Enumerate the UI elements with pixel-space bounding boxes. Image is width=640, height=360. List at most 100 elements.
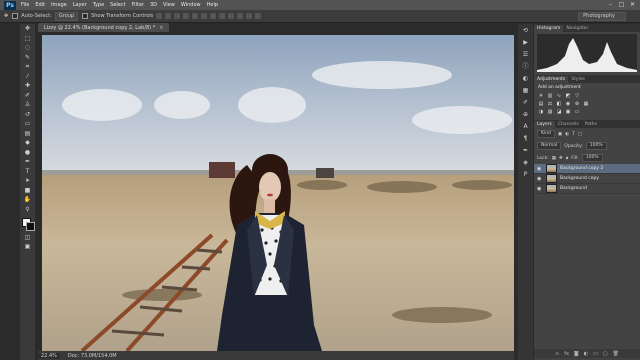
distribute-2-icon[interactable] bbox=[219, 13, 226, 19]
lock-position-icon[interactable]: ✥ bbox=[559, 156, 563, 161]
tab-adjustments[interactable]: Adjustments bbox=[534, 76, 569, 83]
auto-select-dropdown[interactable]: Group bbox=[54, 11, 79, 21]
eyedropper-tool-icon[interactable]: ⁄ bbox=[23, 73, 32, 81]
tab-layers[interactable]: Layers bbox=[534, 121, 555, 128]
blend-mode-dropdown[interactable]: Normal bbox=[537, 142, 562, 150]
opacity-field[interactable]: 100% bbox=[585, 142, 607, 150]
menu-image[interactable]: Image bbox=[51, 2, 67, 8]
move-tool-icon[interactable]: ✥ bbox=[23, 25, 32, 33]
lock-all-icon[interactable]: 🔒︎ bbox=[566, 155, 568, 161]
link-layers-icon[interactable]: ∞ bbox=[555, 351, 559, 357]
tab-navigator[interactable]: Navigator bbox=[563, 25, 591, 32]
curves-icon[interactable]: ∿ bbox=[556, 93, 562, 99]
filter-pixel-icon[interactable]: ▣ bbox=[558, 132, 562, 137]
shape-tool-icon[interactable]: ■ bbox=[23, 187, 32, 195]
new-layer-icon[interactable]: ▢ bbox=[603, 351, 608, 357]
distribute-3-icon[interactable] bbox=[228, 13, 235, 19]
pen-tool-icon[interactable]: ✒ bbox=[23, 158, 32, 166]
color-swatches[interactable] bbox=[21, 217, 35, 231]
photo-filter-icon[interactable]: ◉ bbox=[565, 101, 571, 107]
properties-icon[interactable]: ☰ bbox=[521, 51, 530, 59]
color-balance-icon[interactable]: ⚖ bbox=[547, 101, 553, 107]
tab-paths[interactable]: Paths bbox=[582, 121, 600, 128]
vibrance-icon[interactable]: ▽ bbox=[574, 93, 580, 99]
filter-type-icon[interactable]: T bbox=[572, 132, 575, 137]
show-transform-checkbox[interactable] bbox=[82, 13, 89, 19]
tab-channels[interactable]: Channels bbox=[555, 121, 582, 128]
tab-histogram[interactable]: Histogram bbox=[534, 25, 564, 32]
brush-tool-icon[interactable]: ✐ bbox=[23, 92, 32, 100]
eraser-tool-icon[interactable]: ▭ bbox=[23, 120, 32, 128]
history-brush-tool-icon[interactable]: ↺ bbox=[23, 111, 32, 119]
actions-icon[interactable]: ▶ bbox=[521, 39, 530, 47]
clone-source-icon[interactable]: ⊕ bbox=[521, 111, 530, 119]
menu-view[interactable]: View bbox=[163, 2, 175, 8]
color-lookup-icon[interactable]: ▦ bbox=[583, 101, 589, 107]
hand-tool-icon[interactable]: ✋ bbox=[23, 196, 32, 204]
clone-stamp-tool-icon[interactable]: ♙ bbox=[23, 101, 32, 109]
exposure-icon[interactable]: ◩ bbox=[565, 93, 571, 99]
gradient-map-icon[interactable]: ▭ bbox=[574, 109, 580, 115]
menu-type[interactable]: Type bbox=[93, 2, 104, 8]
tab-styles[interactable]: Styles bbox=[568, 76, 588, 83]
new-group-icon[interactable]: ▭ bbox=[593, 351, 598, 357]
dodge-tool-icon[interactable]: ● bbox=[23, 149, 32, 157]
channels-icon[interactable]: ◈ bbox=[521, 159, 530, 167]
lasso-tool-icon[interactable]: ◌ bbox=[23, 44, 32, 52]
info-icon[interactable]: ⓘ bbox=[521, 63, 530, 71]
paths-icon[interactable]: ✒ bbox=[521, 147, 530, 155]
eye-icon[interactable]: ◉ bbox=[537, 186, 543, 192]
align-top-icon[interactable] bbox=[156, 13, 163, 19]
menu-filter[interactable]: Filter bbox=[132, 2, 144, 8]
paragraph-styles-icon[interactable]: P bbox=[521, 171, 530, 179]
layer-style-icon[interactable]: fx bbox=[564, 351, 569, 357]
layer-row[interactable]: ◉ Background copy 2 bbox=[534, 164, 640, 174]
crop-tool-icon[interactable]: ⌗ bbox=[23, 63, 32, 71]
type-tool-icon[interactable]: T bbox=[23, 168, 32, 176]
close-icon[interactable]: ✕ bbox=[629, 1, 636, 8]
black-white-icon[interactable]: ◧ bbox=[556, 101, 562, 107]
levels-icon[interactable]: ▥ bbox=[547, 93, 553, 99]
show-transform-option[interactable]: Show Transform Controls bbox=[82, 13, 153, 19]
eye-icon[interactable]: ◉ bbox=[537, 166, 543, 172]
layer-kind-filter[interactable]: Kind bbox=[537, 130, 555, 138]
align-middle-icon[interactable] bbox=[165, 13, 172, 19]
document-tab[interactable]: Lizzy @ 22.4% (Background copy 2, Lab/8)… bbox=[38, 23, 170, 32]
lock-pixels-icon[interactable]: ▦ bbox=[552, 156, 556, 161]
menu-3d[interactable]: 3D bbox=[150, 2, 157, 8]
auto-select-checkbox[interactable] bbox=[12, 13, 19, 19]
hue-sat-icon[interactable]: ▤ bbox=[538, 101, 544, 107]
align-center-icon[interactable] bbox=[192, 13, 199, 19]
workspace-switcher[interactable]: Photography bbox=[578, 12, 626, 21]
fill-field[interactable]: 100% bbox=[581, 154, 603, 162]
menu-layer[interactable]: Layer bbox=[73, 2, 87, 8]
filter-adjust-icon[interactable]: ◐ bbox=[565, 132, 569, 137]
swatches-icon[interactable]: ▦ bbox=[521, 87, 530, 95]
path-select-tool-icon[interactable]: ➤ bbox=[23, 177, 32, 185]
filter-shape-icon[interactable]: ▢ bbox=[578, 132, 582, 137]
gradient-tool-icon[interactable]: ▤ bbox=[23, 130, 32, 138]
align-left-icon[interactable] bbox=[183, 13, 190, 19]
layer-row[interactable]: ◉ Background bbox=[534, 184, 640, 194]
delete-layer-icon[interactable]: 🗑︎ bbox=[613, 351, 619, 357]
menu-edit[interactable]: Edit bbox=[35, 2, 45, 8]
background-color[interactable] bbox=[25, 221, 35, 231]
selective-color-icon[interactable]: ▣ bbox=[565, 109, 571, 115]
character-icon[interactable]: A bbox=[521, 123, 530, 131]
brush-icon[interactable]: ✐ bbox=[521, 99, 530, 107]
threshold-icon[interactable]: ◪ bbox=[556, 109, 562, 115]
marquee-tool-icon[interactable]: ⬚ bbox=[23, 35, 32, 43]
menu-window[interactable]: Window bbox=[181, 2, 201, 8]
align-right-icon[interactable] bbox=[201, 13, 208, 19]
move-tool-preset[interactable]: ✥ bbox=[4, 13, 8, 19]
zoom-level[interactable]: 22.4% bbox=[38, 352, 60, 359]
quick-mask-icon[interactable]: ◫ bbox=[23, 234, 32, 242]
channel-mixer-icon[interactable]: ⊛ bbox=[574, 101, 580, 107]
blur-tool-icon[interactable]: ◆ bbox=[23, 139, 32, 147]
document-canvas[interactable] bbox=[42, 35, 514, 351]
quick-select-tool-icon[interactable]: ✎ bbox=[23, 54, 32, 62]
paragraph-icon[interactable]: ¶ bbox=[521, 135, 530, 143]
eye-icon[interactable]: ◉ bbox=[537, 176, 543, 182]
auto-select-option[interactable]: Auto-Select: Group bbox=[12, 11, 79, 21]
new-adjustment-icon[interactable]: ◐ bbox=[584, 351, 588, 357]
